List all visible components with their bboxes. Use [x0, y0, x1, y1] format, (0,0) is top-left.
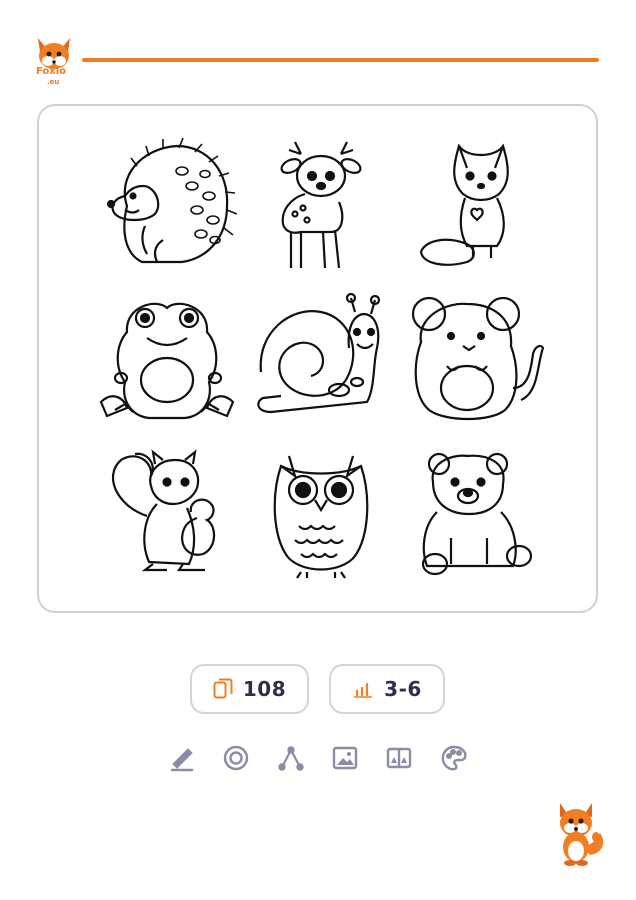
- bar-chart-icon: [354, 682, 373, 698]
- fox-mascot-icon: [550, 797, 606, 867]
- pages-count: 108: [242, 677, 287, 701]
- mouse-drawing: [407, 292, 547, 427]
- brand-domain: .eu: [47, 78, 60, 86]
- pages-badge[interactable]: 108: [190, 664, 309, 714]
- palette-icon[interactable]: [440, 744, 468, 772]
- header-rule: [82, 58, 599, 62]
- pages-icon: [213, 678, 233, 699]
- pen-icon[interactable]: [168, 744, 196, 772]
- frog-drawing: [97, 292, 237, 427]
- compare-icon[interactable]: [385, 744, 413, 772]
- path-icon[interactable]: [277, 744, 305, 772]
- fawn-drawing: [251, 136, 391, 271]
- bear-cub-drawing: [407, 446, 547, 581]
- tool-row: [168, 744, 470, 774]
- image-icon[interactable]: [331, 744, 359, 772]
- age-range: 3-6: [384, 677, 422, 701]
- hedgehog-drawing: [97, 136, 238, 271]
- age-badge[interactable]: 3-6: [329, 664, 445, 714]
- squirrel-drawing: [97, 446, 237, 581]
- brand-name: Foxio: [36, 66, 67, 77]
- fox-drawing: [407, 136, 547, 271]
- snail-drawing: [251, 292, 391, 427]
- target-icon[interactable]: [222, 744, 250, 772]
- owl-drawing: [251, 446, 391, 581]
- coloring-sheet[interactable]: [37, 104, 598, 613]
